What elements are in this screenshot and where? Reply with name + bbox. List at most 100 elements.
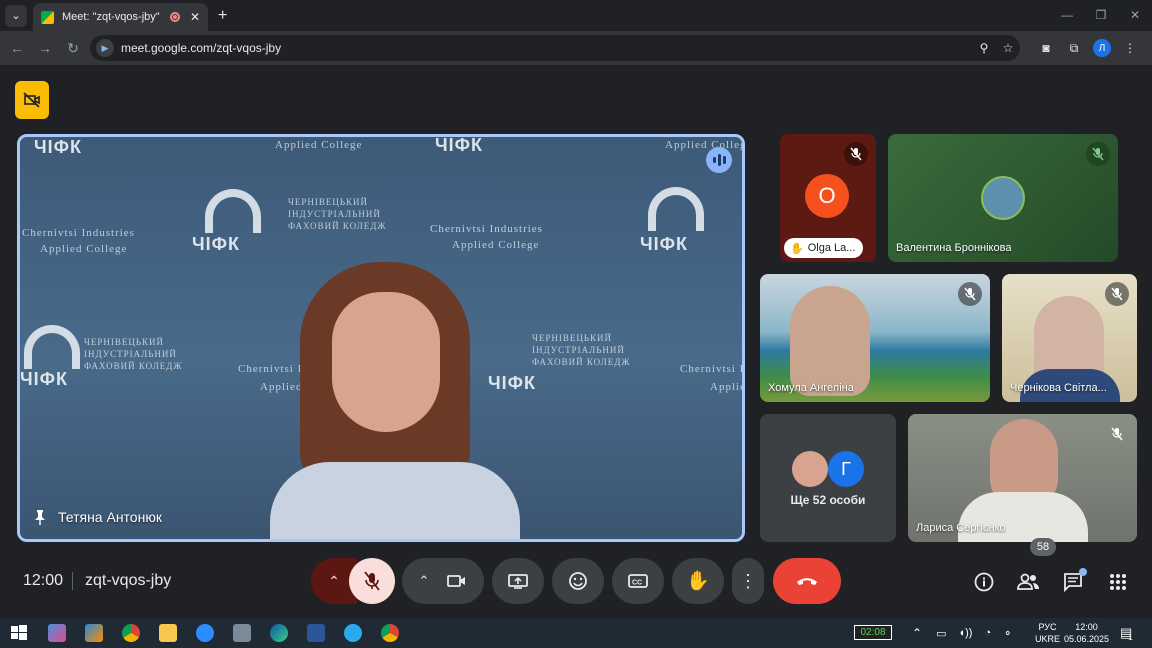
zoom-icon[interactable]: ⚲	[972, 41, 996, 55]
participant-name: Olga La...	[807, 242, 856, 254]
reload-button[interactable]: ↻	[59, 40, 87, 57]
people-icon	[1017, 573, 1039, 590]
backdrop-text: ФАХОВИЙ КОЛЕДЖ	[84, 361, 183, 371]
backdrop-text: Applied College	[665, 139, 745, 151]
unread-dot-icon	[1079, 568, 1087, 576]
participant-name: Лариса Сергієнко	[916, 522, 1006, 534]
svg-text:CC: CC	[632, 580, 642, 587]
volume-icon[interactable]: ◖))	[958, 627, 972, 639]
tab-strip: ⌄ Meet: "zqt-vqos-jby" ✕ + — ❐ ✕	[0, 0, 1152, 31]
microphone-toggle-button[interactable]	[349, 558, 395, 604]
language-indicator[interactable]: РУС UKRE	[1035, 618, 1060, 648]
chat-button[interactable]	[1059, 568, 1087, 596]
reactions-button[interactable]	[552, 558, 604, 604]
backdrop-logo: ЧІФК	[20, 369, 68, 389]
toolbar-right: ◙ ⧉ Л ⋮	[1032, 35, 1144, 61]
tab-search-button[interactable]: ⌄	[5, 4, 27, 27]
chevron-up-icon: ⌃	[328, 572, 340, 589]
participant-name: Хомула Ангеліна	[768, 382, 854, 394]
chevron-up-icon[interactable]: ⌃	[419, 573, 430, 589]
toolbar: ← → ↻ ▶ meet.google.com/zqt-vqos-jby ⚲ ☆…	[0, 31, 1152, 65]
chrome-icon[interactable]	[122, 624, 140, 642]
system-clock[interactable]: 12:00 05.06.2025	[1064, 618, 1109, 648]
file-explorer-icon[interactable]	[159, 624, 177, 642]
mic-off-icon	[958, 282, 982, 306]
backdrop-logo: ЧІФК	[640, 234, 688, 254]
leave-call-button[interactable]	[773, 558, 841, 604]
mic-off-icon	[1086, 142, 1110, 166]
more-participants-label: Ще 52 особи	[790, 493, 866, 507]
extensions-puzzle-icon[interactable]: ⧉	[1060, 35, 1088, 61]
main-speaker-name: Тетяна Антонюк	[58, 509, 162, 525]
new-tab-button[interactable]: +	[218, 7, 227, 25]
zoom-icon[interactable]	[196, 624, 214, 642]
url-text[interactable]: meet.google.com/zqt-vqos-jby	[121, 41, 972, 55]
captions-button[interactable]: CC	[612, 558, 664, 604]
backdrop-text: Applied College	[452, 239, 540, 251]
no-video-warning-button[interactable]	[15, 81, 49, 119]
backdrop-logo: ЧІФК	[192, 234, 240, 254]
back-button[interactable]: ←	[3, 40, 31, 56]
extension-owl-icon[interactable]: ◙	[1032, 35, 1060, 61]
restore-button[interactable]: ❐	[1084, 0, 1118, 30]
main-speaker-tile[interactable]: ЧІФК Applied College ЧІФК Applied Colleg…	[17, 134, 745, 542]
participant-tile[interactable]: Лариса Сергієнко	[908, 414, 1137, 542]
network-icon[interactable]: ⚬	[1003, 627, 1012, 640]
chrome-icon[interactable]	[381, 624, 399, 642]
windows-start-icon[interactable]	[10, 624, 28, 642]
telegram-icon[interactable]	[344, 624, 362, 642]
bookmark-star-icon[interactable]: ☆	[996, 41, 1020, 55]
copilot-icon[interactable]	[85, 624, 103, 642]
backdrop-text: ФАХОВИЙ КОЛЕДЖ	[288, 221, 387, 231]
participant-tile[interactable]: Валентина Броннікова	[888, 134, 1118, 262]
wifi-icon[interactable]: ◔	[984, 627, 991, 639]
participant-tile[interactable]: Чернікова Світла...	[1002, 274, 1137, 402]
recording-icon	[169, 12, 180, 22]
pin-icon[interactable]	[34, 509, 46, 525]
raise-hand-button[interactable]: ✋	[672, 558, 724, 604]
divider	[72, 572, 73, 590]
site-info-icon[interactable]: ▶	[96, 39, 114, 57]
profile-avatar[interactable]: Л	[1093, 39, 1111, 57]
lang-top: РУС	[1038, 622, 1057, 632]
mic-off-icon	[844, 142, 868, 166]
chevron-up-icon[interactable]: ⌃	[912, 626, 922, 640]
browser-menu-icon[interactable]: ⋮	[1116, 35, 1144, 61]
tab-title: Meet: "zqt-vqos-jby"	[62, 11, 160, 23]
word-icon[interactable]	[307, 624, 325, 642]
app-icon[interactable]	[48, 624, 66, 642]
hand-icon: ✋	[686, 571, 710, 592]
camera-icon[interactable]	[447, 573, 467, 589]
address-bar[interactable]: ▶ meet.google.com/zqt-vqos-jby ⚲ ☆	[90, 35, 1020, 61]
notifications-button[interactable]: ▤ 1	[1120, 618, 1133, 648]
more-options-button[interactable]: ⋮	[732, 558, 764, 604]
end-call-icon	[797, 578, 817, 585]
more-participants-tile[interactable]: Г Ще 52 особи	[760, 414, 896, 542]
edge-icon[interactable]	[270, 624, 288, 642]
os-taskbar: 02:08 ⌃ ▭ ◖)) ◔ ⚬ РУС UKRE 12:00 05.06.2…	[0, 618, 1152, 648]
present-screen-button[interactable]	[492, 558, 544, 604]
forward-button[interactable]: →	[31, 40, 59, 56]
backdrop-logo: ЧІФК	[435, 135, 483, 155]
minimize-button[interactable]: —	[1050, 0, 1084, 30]
participant-tile[interactable]: Хомула Ангеліна	[760, 274, 990, 402]
close-window-button[interactable]: ✕	[1118, 0, 1152, 30]
browser-tab[interactable]: Meet: "zqt-vqos-jby" ✕	[33, 3, 208, 31]
clock-date: 05.06.2025	[1064, 634, 1110, 644]
speaking-indicator-icon	[706, 147, 732, 173]
people-button[interactable]	[1014, 568, 1042, 596]
meeting-details-button[interactable]	[970, 568, 998, 596]
battery-icon[interactable]: ▭	[936, 627, 946, 640]
backdrop-text: ФАХОВИЙ КОЛЕДЖ	[532, 357, 631, 367]
window-controls: — ❐ ✕	[1050, 0, 1152, 30]
backdrop-text: Chernivtsi Industries	[430, 223, 543, 235]
tab-close-icon[interactable]: ✕	[190, 10, 200, 24]
present-screen-icon	[508, 574, 528, 589]
people-count-badge: 58	[1030, 538, 1056, 556]
participant-tile[interactable]: O ✋ Olga La...	[780, 134, 876, 262]
app-icon[interactable]	[233, 624, 251, 642]
activities-button[interactable]	[1104, 568, 1132, 596]
meet-favicon-icon	[41, 10, 54, 24]
participant-avatar	[981, 176, 1025, 220]
more-vertical-icon: ⋮	[739, 570, 757, 591]
